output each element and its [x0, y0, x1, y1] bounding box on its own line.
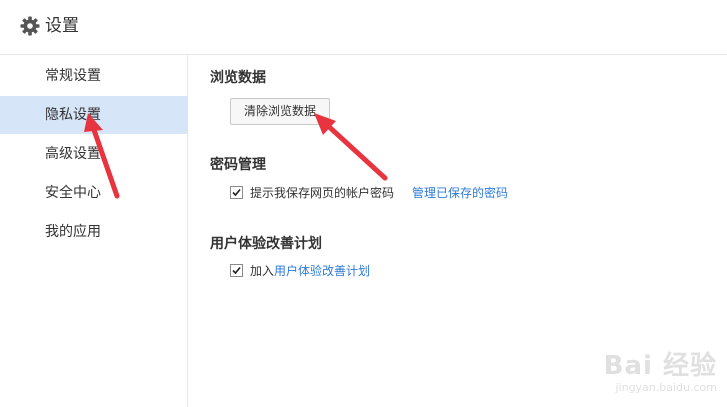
join-prefix-text: 加入: [250, 264, 275, 278]
join-experience-label: 加入用户体验改善计划: [250, 263, 370, 279]
sidebar-item-general[interactable]: 常规设置: [0, 57, 188, 95]
sidebar-item-advanced[interactable]: 高级设置: [0, 135, 188, 173]
save-password-label: 提示我保存网页的帐户密码: [250, 186, 395, 200]
save-password-checkbox[interactable]: [230, 186, 243, 199]
join-experience-checkbox[interactable]: [230, 264, 243, 277]
clear-browsing-data-button[interactable]: 清除浏览数据: [230, 98, 330, 125]
settings-sidebar: 常规设置 隐私设置 高级设置 安全中心 我的应用: [0, 55, 188, 407]
experience-program-heading: 用户体验改善计划: [210, 236, 322, 252]
watermark-logo: Bai 经验: [603, 351, 717, 381]
watermark-url: jingyan.baidu.com: [615, 381, 717, 394]
settings-header: 设置: [0, 0, 727, 55]
gear-icon: [20, 16, 40, 36]
page-title: 设置: [45, 16, 79, 36]
manage-saved-passwords-link[interactable]: 管理已保存的密码: [412, 185, 508, 201]
checkmark-icon: [232, 266, 241, 275]
password-management-heading: 密码管理: [210, 157, 266, 173]
baidu-watermark: Bai 经验 jingyan.baidu.com: [604, 351, 717, 395]
browsing-data-heading: 浏览数据: [210, 70, 266, 86]
experience-program-link[interactable]: 用户体验改善计划: [274, 264, 370, 278]
checkmark-icon: [232, 188, 241, 197]
sidebar-item-privacy[interactable]: 隐私设置: [0, 96, 188, 134]
sidebar-item-security-center[interactable]: 安全中心: [0, 174, 188, 212]
sidebar-item-my-apps[interactable]: 我的应用: [0, 213, 188, 251]
